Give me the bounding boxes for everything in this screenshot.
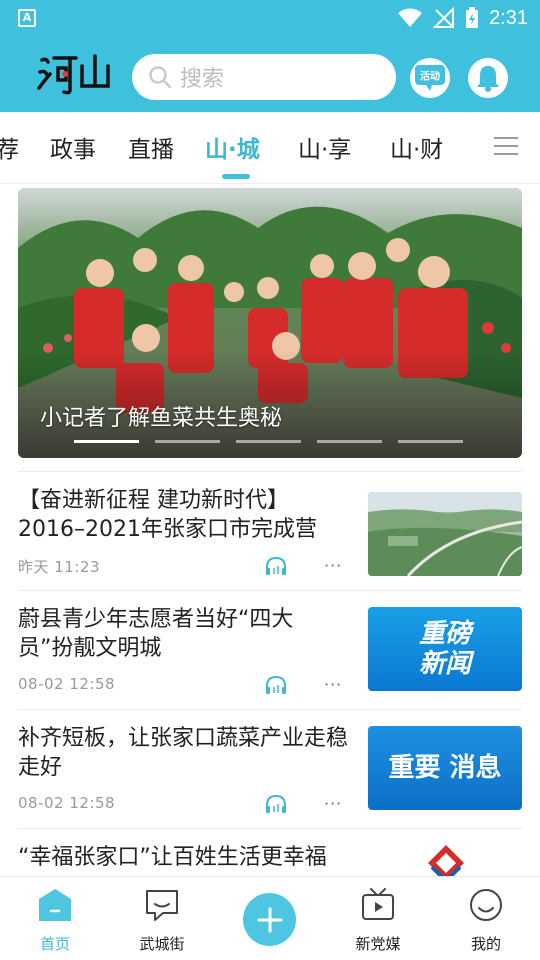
- carousel-dot: [236, 440, 301, 443]
- news-title: 【奋进新征程 建功新时代】2016–2021年张家口市完成营: [18, 488, 317, 542]
- svg-text:活动: 活动: [420, 70, 440, 83]
- home-icon: [39, 889, 71, 921]
- tab-politics[interactable]: 政事: [50, 130, 96, 164]
- category-tabs: 荐 政事 直播 山·城 山·享 山·财: [0, 112, 540, 184]
- carousel-dot: [398, 440, 463, 443]
- status-bar: A 2:31: [0, 0, 540, 36]
- no-signal-icon: [433, 7, 455, 28]
- news-thumbnail: 重磅 新闻: [368, 607, 522, 691]
- menu-icon[interactable]: [494, 136, 518, 156]
- more-icon[interactable]: ···: [324, 556, 342, 575]
- carousel-dot: [74, 440, 139, 443]
- audio-icon[interactable]: [264, 556, 288, 576]
- news-time: 昨天 11:23: [18, 558, 100, 576]
- nav-mine[interactable]: 我的: [441, 877, 531, 960]
- tab-shancai[interactable]: 山·财: [390, 130, 443, 164]
- banner-carousel[interactable]: 小记者了解鱼菜共生奥秘: [18, 188, 522, 458]
- activity-icon: 活动: [415, 65, 445, 91]
- divider: [18, 590, 522, 591]
- nav-wuchengjie-label: 武城街: [139, 935, 185, 953]
- audio-icon[interactable]: [264, 794, 288, 814]
- news-item[interactable]: 补齐短板，让张家口蔬菜产业走稳走好 08-02 12:58 ··· 重要 消息: [0, 724, 540, 828]
- battery-charging-icon: [466, 7, 479, 28]
- news-item[interactable]: 蔚县青少年志愿者当好“四大员”扮靓文明城 08-02 12:58 ··· 重磅 …: [0, 605, 540, 709]
- news-thumbnail: 重要 消息: [368, 726, 522, 810]
- news-time: 08-02 12:58: [18, 675, 116, 693]
- audio-icon[interactable]: [264, 675, 288, 695]
- carousel-dot: [317, 440, 382, 443]
- activity-button[interactable]: 活动: [410, 58, 450, 98]
- divider: [18, 709, 522, 710]
- news-time: 08-02 12:58: [18, 794, 116, 812]
- app-header: 搜索 活动: [0, 36, 540, 112]
- clock: 2:31: [489, 6, 528, 29]
- news-item[interactable]: “幸福张家口”让百姓生活更幸福: [0, 843, 540, 876]
- nav-home[interactable]: 首页: [10, 877, 100, 960]
- bottom-navigation: 首页 武城街 新党媒 我的: [0, 876, 540, 960]
- app-notification-icon: A: [18, 9, 36, 27]
- tab-recommend[interactable]: 荐: [0, 130, 19, 164]
- active-tab-indicator: [222, 174, 250, 179]
- chat-icon: [146, 890, 178, 921]
- divider: [18, 471, 522, 472]
- search-input[interactable]: 搜索: [132, 54, 396, 100]
- carousel-dot: [155, 440, 220, 443]
- smile-icon: [470, 889, 502, 921]
- banner-caption: 小记者了解鱼菜共生奥秘: [40, 406, 283, 431]
- search-icon: [149, 66, 172, 89]
- news-title: 蔚县青少年志愿者当好“四大员”扮靓文明城: [18, 607, 294, 661]
- search-placeholder: 搜索: [180, 67, 225, 92]
- thumbnail-text: 重磅 新闻: [418, 619, 471, 679]
- nav-xindangmei[interactable]: 新党媒: [333, 877, 423, 960]
- more-icon[interactable]: ···: [324, 675, 342, 694]
- tv-icon: [362, 888, 394, 920]
- divider: [18, 828, 522, 829]
- nav-xindangmei-label: 新党媒: [355, 935, 401, 953]
- publish-button[interactable]: [243, 893, 296, 946]
- wifi-icon: [398, 8, 423, 27]
- nav-mine-label: 我的: [470, 935, 501, 953]
- nav-home-label: 首页: [39, 935, 70, 953]
- app-logo[interactable]: [36, 50, 112, 96]
- nav-wuchengjie[interactable]: 武城街: [117, 877, 207, 960]
- bell-icon: [477, 66, 499, 92]
- carousel-indicators: [74, 440, 463, 443]
- news-title: 补齐短板，让张家口蔬菜产业走稳走好: [18, 726, 349, 780]
- plus-icon: [257, 907, 282, 932]
- news-thumbnail: [368, 492, 522, 576]
- tab-live[interactable]: 直播: [128, 130, 174, 164]
- notification-button[interactable]: [468, 58, 508, 98]
- thumbnail-text: 重要 消息: [388, 753, 502, 783]
- news-title: “幸福张家口”让百姓生活更幸福: [18, 845, 327, 870]
- tab-shanxiang[interactable]: 山·享: [298, 130, 351, 164]
- news-thumbnail: [414, 843, 478, 876]
- tab-shancheng[interactable]: 山·城: [205, 130, 260, 164]
- more-icon[interactable]: ···: [324, 794, 342, 813]
- news-item[interactable]: 【奋进新征程 建功新时代】2016–2021年张家口市完成营 昨天 11:23 …: [0, 486, 540, 590]
